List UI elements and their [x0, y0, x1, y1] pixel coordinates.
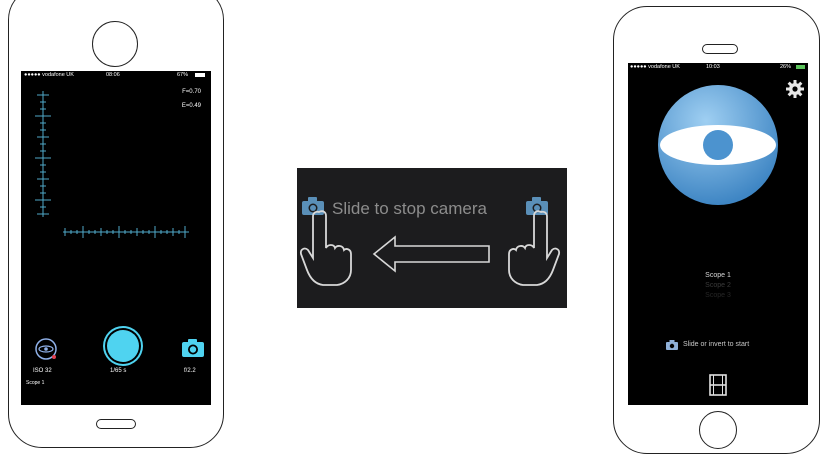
gear-icon[interactable]: [785, 79, 805, 99]
slide-to-stop-banner[interactable]: Slide to stop camera: [297, 168, 567, 308]
film-icon[interactable]: [709, 374, 727, 396]
status-battery: 26%: [780, 64, 792, 70]
status-bar: ●●●●● vodafone UK 08:06 67%: [21, 71, 211, 80]
status-time: 10:03: [706, 64, 720, 70]
scope-item[interactable]: Scope 3: [628, 291, 808, 301]
scope-list[interactable]: Scope 1 Scope 2 Scope 3: [628, 271, 808, 301]
top-speaker-circle: [92, 21, 138, 67]
vertical-level-scale: [35, 91, 51, 217]
hand-pointer-icon: [508, 210, 561, 286]
scope-item-active[interactable]: Scope 1: [628, 271, 808, 281]
eye-circle-icon[interactable]: [34, 337, 58, 361]
eye-logo-icon: [658, 85, 778, 205]
shutter-speed-label: 1/65 s: [110, 368, 127, 374]
iso-label: ISO 32: [33, 368, 52, 374]
status-bar: ●●●●● vodafone UK 10:03 26%: [628, 63, 808, 72]
start-hint: Slide or invert to start: [683, 341, 750, 348]
right-phone-frame: ●●●●● vodafone UK 10:03 26% Scope 1 Scop…: [613, 6, 820, 454]
readout-e: E=0.49: [181, 103, 201, 109]
camera-icon[interactable]: [181, 338, 205, 358]
arrow-left-icon: [372, 235, 490, 273]
scope-label: Scope 1: [26, 380, 45, 386]
aperture-label: f/2.2: [184, 368, 196, 374]
horizontal-level-scale: [63, 226, 189, 238]
camera-screen: ●●●●● vodafone UK 08:06 67% F=0.70 E=0.4…: [21, 71, 211, 405]
status-time: 08:06: [106, 72, 120, 78]
top-speaker-slot: [702, 44, 738, 54]
status-carrier: ●●●●● vodafone UK: [24, 72, 74, 78]
shutter-button[interactable]: [107, 330, 139, 362]
status-battery: 67%: [177, 72, 189, 78]
launch-screen: ●●●●● vodafone UK 10:03 26% Scope 1 Scop…: [628, 63, 808, 405]
home-indicator: [96, 419, 136, 429]
slide-to-stop-label: Slide to stop camera: [332, 199, 487, 218]
camera-icon: [666, 340, 678, 350]
battery-icon: [796, 65, 805, 69]
status-carrier: ●●●●● vodafone UK: [630, 64, 680, 70]
home-button: [699, 411, 737, 449]
readout-f: F=0.70: [182, 89, 201, 95]
hand-pointer-icon: [299, 210, 352, 286]
scope-item[interactable]: Scope 2: [628, 281, 808, 291]
left-phone-frame: ●●●●● vodafone UK 08:06 67% F=0.70 E=0.4…: [8, 0, 224, 448]
battery-icon: [195, 73, 205, 77]
